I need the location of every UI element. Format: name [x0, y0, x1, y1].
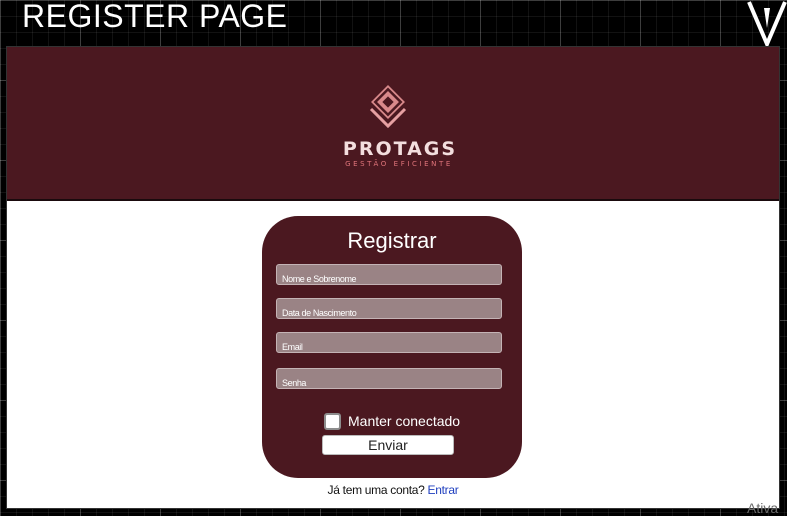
login-prompt: Já tem uma conta? Entrar — [7, 483, 779, 497]
brand-name: PROTAGS — [342, 138, 458, 160]
form-title: Registrar — [347, 228, 437, 253]
login-prompt-text: Já tem uma conta? — [327, 483, 425, 497]
remember-me-checkbox[interactable] — [324, 412, 341, 430]
login-link[interactable]: Entrar — [428, 483, 459, 497]
remember-me-label: Manter conectado — [348, 413, 461, 429]
submit-button[interactable]: Enviar — [322, 435, 454, 455]
diamond-logo-icon — [369, 85, 407, 129]
brand-tagline: GESTÃO EFICIENTE — [345, 160, 453, 168]
full-name-field[interactable] — [276, 264, 502, 285]
birth-date-field[interactable] — [276, 298, 502, 319]
brand-header: PROTAGS GESTÃO EFICIENTE — [7, 47, 779, 201]
email-field[interactable] — [276, 332, 502, 353]
app-frame: PROTAGS GESTÃO EFICIENTE Registrar Mante… — [6, 46, 780, 509]
page-title: REGISTER PAGE — [22, 0, 288, 34]
remember-me-row[interactable]: Manter conectado — [324, 412, 460, 430]
corner-logo-icon — [747, 1, 787, 46]
activation-watermark: Ativa — [747, 500, 779, 516]
register-card: Registrar Manter conectado Enviar — [262, 216, 522, 478]
password-field[interactable] — [276, 368, 502, 389]
